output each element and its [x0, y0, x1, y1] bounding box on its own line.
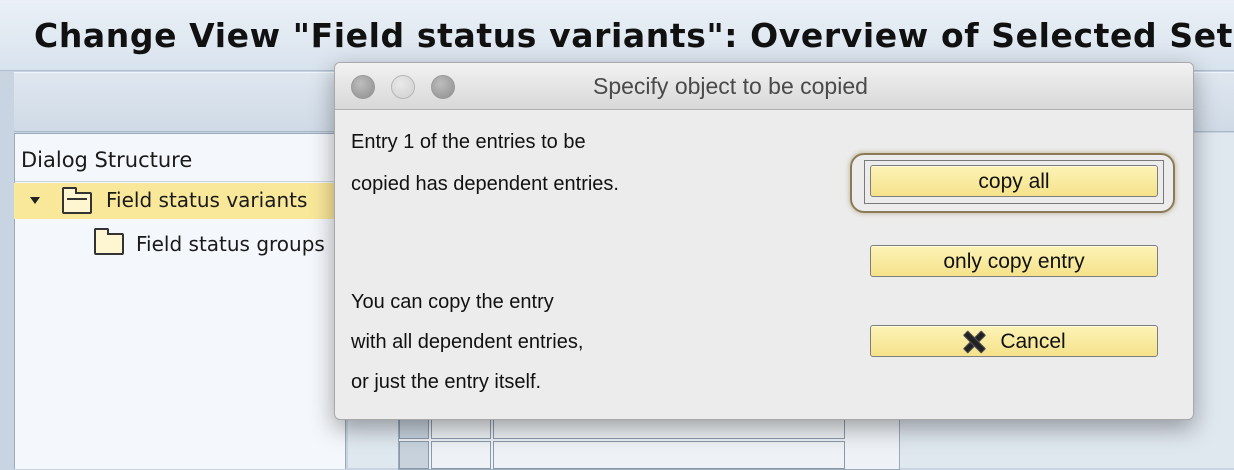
folder-open-icon — [62, 187, 92, 214]
expand-arrow-icon[interactable] — [30, 197, 40, 204]
message-line-2: copied has dependent entries. — [351, 173, 619, 195]
cancel-icon — [962, 330, 984, 352]
title-bar: Change View "Field status variants": Ove… — [0, 0, 1234, 71]
zoom-window-icon[interactable] — [431, 75, 455, 99]
folder-icon — [94, 228, 124, 255]
info-line-2: with all dependent entries, — [351, 331, 584, 353]
only-copy-entry-button[interactable]: only copy entry — [870, 245, 1158, 277]
tree-item-label: Field status variants — [106, 188, 308, 212]
table-cell — [493, 417, 845, 439]
message-line-1: Entry 1 of the entries to be — [351, 131, 586, 153]
table-cell — [493, 441, 845, 469]
tree-item-field-status-groups[interactable]: Field status groups — [136, 232, 334, 256]
cancel-label: Cancel — [1000, 330, 1066, 353]
table-cell — [431, 441, 491, 469]
dialog-title: Specify object to be copied — [593, 73, 868, 99]
row-selector[interactable] — [399, 417, 429, 439]
only-copy-entry-label: only copy entry — [943, 250, 1085, 273]
info-line-3: or just the entry itself. — [351, 371, 542, 393]
page-title: Change View "Field status variants": Ove… — [34, 16, 1234, 55]
row-selector[interactable] — [399, 441, 429, 469]
panel-title: Dialog Structure — [21, 148, 193, 172]
cancel-button[interactable]: Cancel — [870, 325, 1158, 357]
copy-all-label: copy all — [978, 170, 1050, 193]
copy-all-button[interactable]: copy all — [870, 165, 1158, 197]
close-window-icon[interactable] — [351, 75, 375, 99]
dialog-title-bar: Specify object to be copied — [335, 63, 1193, 110]
panel-divider — [15, 181, 345, 182]
table-cell — [431, 417, 491, 439]
minimize-window-icon[interactable] — [391, 75, 415, 99]
info-line-1: You can copy the entry — [351, 291, 554, 313]
copy-dialog: Specify object to be copied Entry 1 of t… — [334, 62, 1194, 420]
